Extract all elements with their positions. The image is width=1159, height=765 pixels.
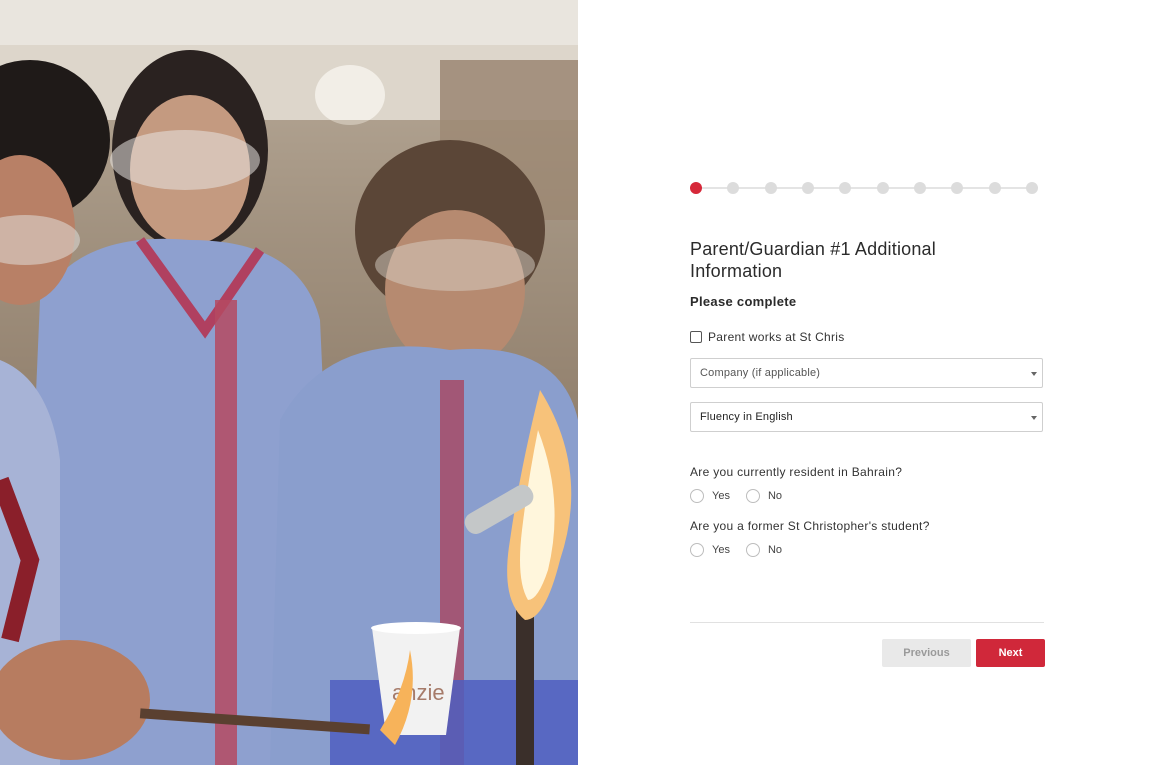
- progress-stepper: [690, 181, 1038, 195]
- students-lab-illustration: anzie: [0, 0, 578, 765]
- step-dot-1: [690, 182, 702, 194]
- step-dot-5: [839, 182, 852, 194]
- form-divider: [690, 622, 1044, 623]
- former-no-label[interactable]: No: [768, 544, 782, 556]
- chevron-down-icon: [1031, 416, 1037, 420]
- former-student-radio-group: Yes No: [690, 543, 798, 557]
- form-subtitle: Please complete: [690, 294, 797, 309]
- resident-no-label[interactable]: No: [768, 490, 782, 502]
- hero-photo: anzie: [0, 0, 578, 765]
- step-dot-10: [1026, 182, 1038, 194]
- previous-button[interactable]: Previous: [882, 639, 971, 667]
- stepper-track: [696, 187, 1032, 189]
- step-dot-4: [802, 182, 814, 194]
- step-dot-3: [764, 182, 777, 194]
- step-dot-7: [914, 182, 926, 194]
- company-select[interactable]: Company (if applicable): [690, 358, 1043, 388]
- company-select-placeholder: Company (if applicable): [700, 367, 821, 379]
- step-dot-8: [951, 182, 964, 194]
- fluency-select[interactable]: Fluency in English: [690, 402, 1043, 432]
- form-panel: Parent/Guardian #1 Additional Informatio…: [578, 0, 1159, 765]
- former-yes-label[interactable]: Yes: [712, 544, 730, 556]
- works-at-school-checkbox[interactable]: [690, 331, 702, 343]
- step-dot-6: [876, 182, 889, 194]
- resident-radio-group: Yes No: [690, 489, 798, 503]
- step-dot-9: [988, 182, 1001, 194]
- question-former-student: Are you a former St Christopher's studen…: [690, 519, 930, 533]
- former-yes-radio[interactable]: [690, 543, 704, 557]
- question-resident-bahrain: Are you currently resident in Bahrain?: [690, 465, 903, 479]
- resident-yes-label[interactable]: Yes: [712, 490, 730, 502]
- fluency-select-value: Fluency in English: [700, 411, 793, 423]
- former-no-radio[interactable]: [745, 543, 760, 557]
- step-dot-2: [727, 182, 740, 194]
- chevron-down-icon: [1031, 372, 1037, 376]
- page-title: Parent/Guardian #1 Additional Informatio…: [690, 239, 936, 281]
- next-button[interactable]: Next: [976, 639, 1045, 667]
- works-at-school-label[interactable]: Parent works at St Chris: [708, 330, 845, 344]
- resident-yes-radio[interactable]: [690, 489, 704, 503]
- resident-no-radio[interactable]: [745, 489, 760, 503]
- works-at-school-checkbox-row[interactable]: Parent works at St Chris: [690, 330, 845, 344]
